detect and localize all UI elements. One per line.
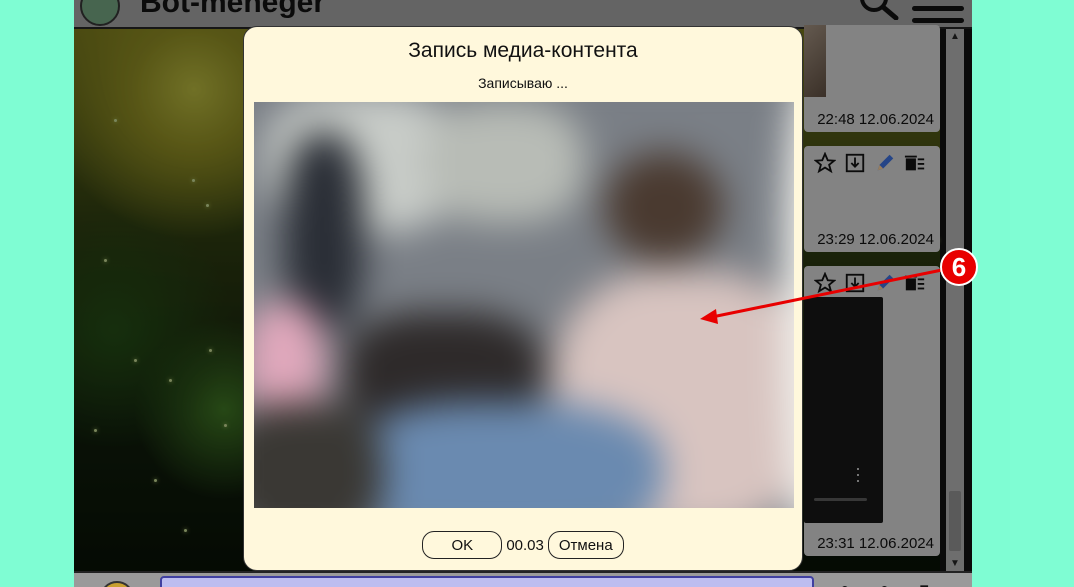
search-icon[interactable]: ● <box>840 581 850 587</box>
cancel-button[interactable]: Отмена <box>547 531 624 559</box>
ok-button[interactable]: OK <box>422 531 503 559</box>
dialog-footer: OK 00.03 Отмена <box>244 531 802 559</box>
annotation-badge: 6 <box>940 248 978 286</box>
recording-timer: 00.03 <box>506 536 544 554</box>
app-footer: ● ● ■ <box>74 571 972 587</box>
user-icon[interactable]: ● <box>880 581 890 587</box>
recording-status: Записываю ... <box>478 75 568 91</box>
send-icon[interactable]: ■ <box>919 581 929 587</box>
footer-actions: ● ● ■ <box>840 581 929 587</box>
message-input[interactable] <box>160 576 814 587</box>
media-record-dialog: Запись медиа-контента Записываю ... OK 0… <box>243 26 803 571</box>
user-avatar[interactable] <box>100 581 134 587</box>
dialog-title: Запись медиа-контента <box>408 39 638 62</box>
camera-preview <box>254 102 794 508</box>
